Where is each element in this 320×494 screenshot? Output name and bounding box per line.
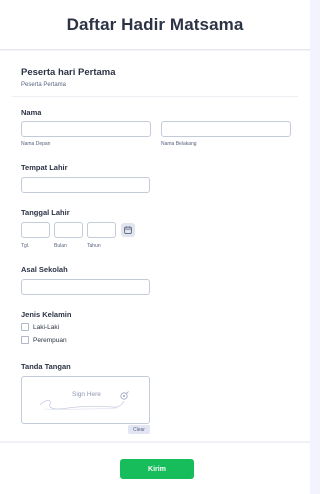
- day-sublabel: Tgl.: [21, 243, 30, 249]
- form-footer: Kirim: [0, 442, 310, 494]
- section-divider: [12, 96, 298, 97]
- clear-signature-button[interactable]: Clear: [128, 425, 150, 434]
- section-subtitle: Peserta Pertama: [21, 82, 67, 88]
- asal-sekolah-input[interactable]: [21, 279, 150, 295]
- asal-sekolah-label: Asal Sekolah: [21, 265, 68, 274]
- tanda-tangan-label: Tanda Tangan: [21, 362, 71, 371]
- birth-month-input[interactable]: [54, 222, 83, 238]
- option-label: Laki-Laki: [33, 323, 60, 331]
- signature-scribble: [39, 399, 125, 410]
- form-header: Daftar Hadir Matsama: [0, 0, 310, 50]
- last-name-input[interactable]: [161, 121, 291, 137]
- checkbox[interactable]: [21, 336, 29, 344]
- calendar-button[interactable]: [121, 223, 135, 237]
- tanggal-lahir-label: Tanggal Lahir: [21, 208, 70, 217]
- checkbox[interactable]: [21, 323, 29, 331]
- form-title: Daftar Hadir Matsama: [66, 14, 244, 34]
- tempat-lahir-input[interactable]: [21, 177, 150, 193]
- nama-label: Nama: [21, 108, 42, 117]
- month-sublabel: Bulan: [54, 243, 67, 249]
- pen-icon: [120, 391, 129, 400]
- section-title: Peserta hari Pertama: [21, 67, 116, 78]
- jenis-kelamin-label: Jenis Kelamin: [21, 310, 72, 319]
- birth-day-input[interactable]: [21, 222, 50, 238]
- signature-pad[interactable]: Sign Here: [21, 376, 150, 424]
- option-label: Perempuan: [33, 336, 67, 344]
- gender-option-laki-laki[interactable]: Laki-Laki: [21, 323, 59, 331]
- first-name-input[interactable]: [21, 121, 151, 137]
- gender-option-perempuan[interactable]: Perempuan: [21, 336, 67, 344]
- signature-placeholder: Sign Here: [72, 391, 101, 398]
- tempat-lahir-label: Tempat Lahir: [21, 163, 68, 172]
- calendar-icon: [124, 226, 132, 234]
- last-name-sublabel: Nama Belakang: [161, 141, 197, 147]
- birth-year-input[interactable]: [87, 222, 116, 238]
- submit-button[interactable]: Kirim: [120, 459, 194, 479]
- year-sublabel: Tahun: [87, 243, 101, 249]
- form-card: Peserta hari Pertama Peserta Pertama Nam…: [0, 51, 310, 441]
- first-name-sublabel: Nama Depan: [21, 141, 51, 147]
